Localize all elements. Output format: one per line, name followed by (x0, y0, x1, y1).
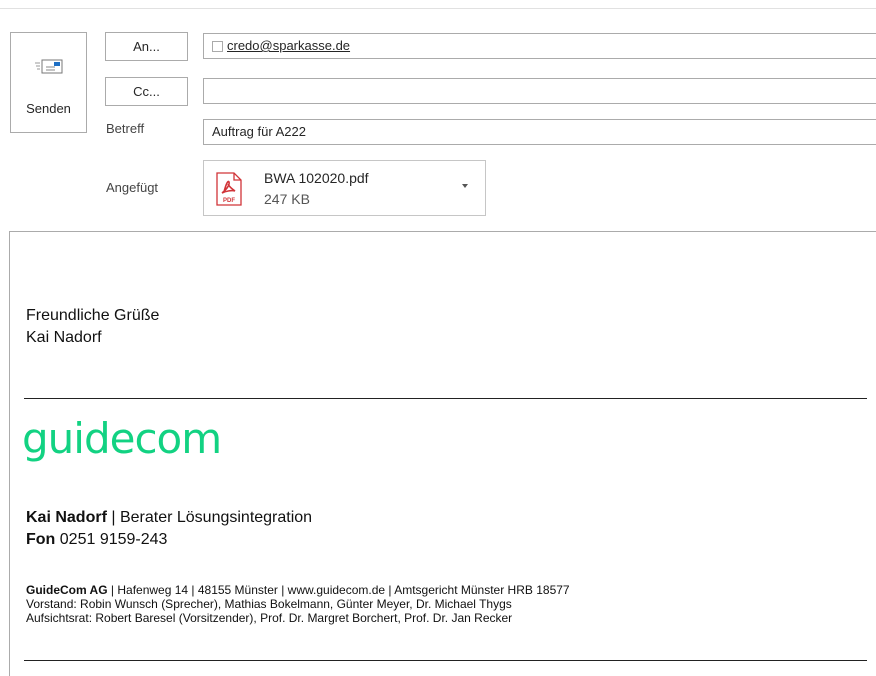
pdf-icon: PDF (216, 172, 242, 206)
signature-phone-label: Fon (26, 531, 56, 548)
signature-phone: Fon 0251 9159-243 (26, 531, 167, 549)
cc-button[interactable]: Cc... (105, 77, 188, 106)
send-label: Senden (26, 101, 71, 116)
subject-field[interactable]: Auftrag für A222 (203, 119, 876, 145)
to-button[interactable]: An... (105, 32, 188, 61)
signature-person-name: Kai Nadorf (26, 509, 107, 526)
greeting-text: Freundliche Grüße (26, 307, 160, 324)
signature-person: Kai Nadorf | Berater Lösungsintegration (26, 509, 312, 527)
guidecom-logo: guidecom (22, 414, 222, 463)
send-mail-icon (35, 59, 63, 74)
message-body[interactable]: Freundliche Grüße Kai Nadorf (26, 305, 159, 349)
body-border-left (9, 231, 10, 676)
attachment-size: 247 KB (264, 191, 310, 207)
signature-company-details: | Hafenweg 14 | 48155 Münster | www.guid… (107, 583, 570, 597)
signature-divider-bottom (24, 660, 867, 661)
signature-company-name: GuideCom AG (26, 583, 108, 597)
attachment-item[interactable]: PDF BWA 102020.pdf 247 KB (203, 160, 486, 216)
to-field[interactable]: credo@sparkasse.de (203, 33, 876, 59)
cc-field[interactable] (203, 78, 876, 104)
signature-person-role: | Berater Lösungsintegration (106, 509, 313, 526)
recipient-checkbox[interactable] (212, 40, 223, 52)
signature-supervisory: Aufsichtsrat: Robert Baresel (Vorsitzend… (26, 611, 513, 625)
pdf-icon-text: PDF (223, 198, 235, 204)
attachment-name: BWA 102020.pdf (264, 170, 369, 186)
ribbon-divider (0, 8, 876, 9)
body-border (9, 231, 876, 232)
chevron-down-icon[interactable] (462, 184, 468, 188)
signature-company: GuideCom AG | Hafenweg 14 | 48155 Münste… (26, 583, 570, 597)
sender-name: Kai Nadorf (26, 329, 102, 346)
signature-phone-number: 0251 9159-243 (55, 531, 168, 548)
signature-divider-top (24, 398, 867, 399)
recipient-chip[interactable]: credo@sparkasse.de (212, 34, 350, 58)
signature-board: Vorstand: Robin Wunsch (Sprecher), Mathi… (26, 597, 512, 611)
subject-label: Betreff (106, 121, 145, 136)
recipient-address: credo@sparkasse.de (227, 38, 351, 53)
send-button[interactable]: Senden (10, 32, 87, 133)
attached-label: Angefügt (106, 180, 159, 195)
